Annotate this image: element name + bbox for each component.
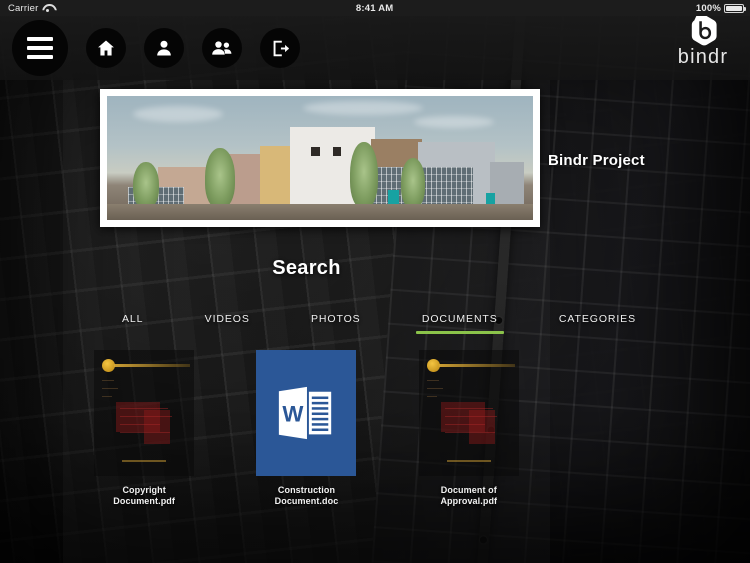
wifi-icon bbox=[42, 4, 53, 12]
pdf-footer-rule bbox=[122, 460, 167, 462]
tab-categories[interactable]: CATEGORIES bbox=[559, 313, 636, 334]
file-name-line2: Document.doc bbox=[274, 496, 339, 506]
file-name: Construction Document.doc bbox=[242, 485, 370, 507]
architectural-rendering-image bbox=[107, 96, 533, 220]
filter-tabs: ALL VIDEOS PHOTOS DOCUMENTS CATEGORIES bbox=[0, 313, 750, 345]
status-bar: Carrier 8:41 AM 100% bbox=[0, 0, 750, 16]
project-hero[interactable] bbox=[100, 88, 540, 228]
tab-categories-label: CATEGORIES bbox=[558, 313, 636, 325]
tab-photos[interactable]: PHOTOS bbox=[311, 313, 361, 334]
file-item-construction-document[interactable]: W Construction Document.doc bbox=[242, 350, 370, 507]
tab-all[interactable]: ALL bbox=[122, 313, 143, 334]
tab-videos-label: VIDEOS bbox=[204, 313, 250, 325]
word-glyph-icon: W bbox=[279, 386, 332, 440]
tab-videos[interactable]: VIDEOS bbox=[205, 313, 250, 334]
tab-all-label: ALL bbox=[122, 313, 144, 325]
pdf-preview bbox=[94, 350, 195, 476]
file-thumbnail[interactable]: W bbox=[256, 350, 357, 476]
file-item-copyright-document[interactable]: Copyright Document.pdf bbox=[80, 350, 208, 507]
file-name-line2: Approval.pdf bbox=[440, 496, 498, 506]
tab-underline-active bbox=[415, 331, 504, 334]
file-name-line1: Construction bbox=[277, 485, 336, 495]
logout-button[interactable] bbox=[260, 28, 300, 68]
project-title: Bindr Project bbox=[548, 152, 645, 169]
file-grid: Copyright Document.pdf W Construction Do… bbox=[63, 350, 550, 507]
file-name-line1: Document of bbox=[440, 485, 497, 495]
file-name-line1: Copyright bbox=[122, 485, 166, 495]
file-thumbnail[interactable] bbox=[418, 350, 519, 476]
tab-photos-label: PHOTOS bbox=[311, 313, 361, 325]
file-name-line2: Document.pdf bbox=[113, 496, 175, 506]
status-bar-left: Carrier bbox=[0, 3, 53, 14]
pdf-preview bbox=[418, 350, 519, 476]
rendering-ground bbox=[107, 203, 533, 220]
home-button[interactable] bbox=[86, 28, 126, 68]
search-heading: Search bbox=[272, 257, 341, 279]
pdf-header-rule bbox=[114, 364, 191, 367]
status-bar-right: 100% bbox=[696, 3, 750, 14]
file-name: Document of Approval.pdf bbox=[405, 485, 533, 507]
menu-button[interactable] bbox=[12, 20, 68, 76]
status-bar-time: 8:41 AM bbox=[355, 2, 394, 14]
top-toolbar bbox=[0, 16, 750, 80]
tab-documents[interactable]: DOCUMENTS bbox=[415, 313, 504, 334]
person-icon bbox=[157, 40, 171, 56]
file-thumbnail[interactable] bbox=[94, 350, 195, 476]
home-icon bbox=[98, 40, 114, 56]
project-rendering-thumbnail[interactable] bbox=[100, 89, 540, 227]
carrier-label: Carrier bbox=[8, 2, 39, 14]
tab-documents-label: DOCUMENTS bbox=[421, 313, 498, 325]
logout-icon bbox=[273, 40, 289, 56]
pdf-header-rule bbox=[438, 364, 515, 367]
battery-percent-label: 100% bbox=[695, 2, 721, 14]
pdf-footer-rule bbox=[446, 460, 491, 462]
file-item-document-of-approval[interactable]: Document of Approval.pdf bbox=[405, 350, 533, 507]
people-group-icon bbox=[212, 41, 232, 55]
word-document-icon: W bbox=[256, 350, 357, 476]
battery-full-icon bbox=[724, 3, 746, 13]
team-button[interactable] bbox=[202, 28, 242, 68]
file-name: Copyright Document.pdf bbox=[80, 485, 208, 507]
hamburger-menu-icon bbox=[27, 37, 53, 59]
profile-button[interactable] bbox=[144, 28, 184, 68]
svg-text:W: W bbox=[283, 402, 304, 427]
